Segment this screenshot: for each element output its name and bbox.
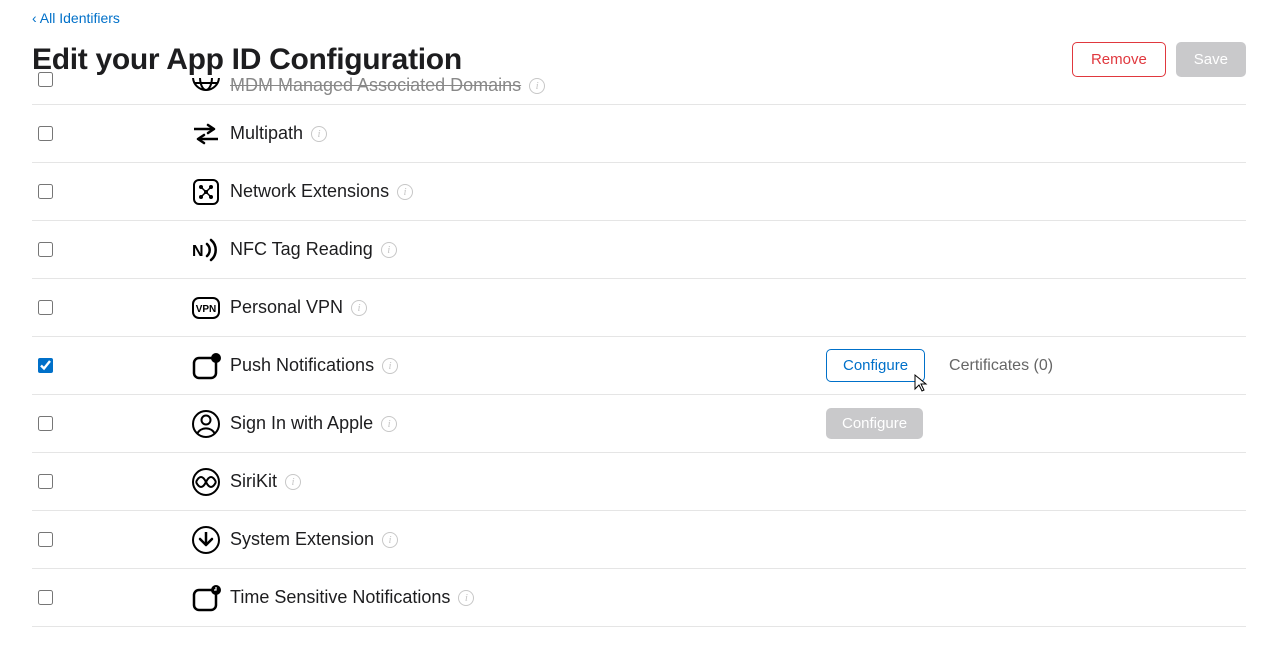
capability-label: Personal VPN <box>230 297 343 318</box>
page-header: Edit your App ID Configuration Remove Sa… <box>32 42 1246 77</box>
capability-checkbox-tsn[interactable] <box>38 590 53 605</box>
certificates-count: Certificates (0) <box>949 357 1053 375</box>
capability-checkbox-multipath[interactable] <box>38 126 53 141</box>
siri-icon <box>190 466 222 498</box>
capability-label: NFC Tag Reading <box>230 239 373 260</box>
capability-row-multipath: Multipath i <box>32 105 1246 163</box>
capability-checkbox-nfc[interactable] <box>38 242 53 257</box>
capability-row-siwa: Sign In with Apple i Configure <box>32 395 1246 453</box>
cursor-icon <box>912 373 930 393</box>
person-icon <box>190 408 222 440</box>
info-icon[interactable]: i <box>397 184 413 200</box>
nfc-icon: N <box>190 234 222 266</box>
capability-row-nfc: N NFC Tag Reading i <box>32 221 1246 279</box>
capability-checkbox-sysext[interactable] <box>38 532 53 547</box>
capability-label: Time Sensitive Notifications <box>230 587 450 608</box>
info-icon[interactable]: i <box>381 242 397 258</box>
capability-checkbox-push[interactable] <box>38 358 53 373</box>
capability-label: Sign In with Apple <box>230 413 373 434</box>
capability-row-push: Push Notifications i Configure Certificates… <box>32 337 1246 395</box>
info-icon[interactable]: i <box>311 126 327 142</box>
info-icon[interactable]: i <box>285 474 301 490</box>
capability-label: Multipath <box>230 123 303 144</box>
header-actions: Remove Save <box>1072 42 1246 77</box>
capability-row-sirikit: SiriKit i <box>32 453 1246 511</box>
capability-row-tsn: Time Sensitive Notifications i <box>32 569 1246 627</box>
capabilities-list: MDM Managed Associated DomainsiMultipath… <box>32 75 1246 627</box>
info-icon[interactable]: i <box>529 78 545 94</box>
capability-checkbox-network_ext[interactable] <box>38 184 53 199</box>
capability-checkbox-mdm[interactable] <box>38 72 53 87</box>
vpn-icon: VPN <box>190 292 222 324</box>
configure-button-push[interactable]: Configure <box>826 349 925 382</box>
multipath-icon <box>190 118 222 150</box>
capability-label: System Extension <box>230 529 374 550</box>
capability-label: Network Extensions <box>230 181 389 202</box>
info-icon[interactable]: i <box>381 416 397 432</box>
capability-row-sysext: System Extension i <box>32 511 1246 569</box>
save-button: Save <box>1176 42 1246 77</box>
svg-text:N: N <box>192 243 204 260</box>
capability-checkbox-sirikit[interactable] <box>38 474 53 489</box>
capability-row-network_ext: Network Extensions i <box>32 163 1246 221</box>
info-icon[interactable]: i <box>382 358 398 374</box>
svg-text:VPN: VPN <box>196 304 217 315</box>
capability-label: SiriKit <box>230 471 277 492</box>
globe-icon <box>190 78 222 93</box>
capability-label: MDM Managed Associated Domains <box>230 75 521 96</box>
info-icon[interactable]: i <box>458 590 474 606</box>
capability-checkbox-siwa[interactable] <box>38 416 53 431</box>
info-icon[interactable]: i <box>351 300 367 316</box>
download-icon <box>190 524 222 556</box>
time-notif-icon <box>190 582 222 614</box>
configure-button-siwa: Configure <box>826 408 923 439</box>
remove-button[interactable]: Remove <box>1072 42 1166 77</box>
capability-checkbox-vpn[interactable] <box>38 300 53 315</box>
back-link[interactable]: ‹ All Identifiers <box>32 0 120 26</box>
capability-row-mdm: MDM Managed Associated Domains i <box>32 75 1246 105</box>
push-icon <box>190 350 222 382</box>
page-title: Edit your App ID Configuration <box>32 43 462 77</box>
network-ext-icon <box>190 176 222 208</box>
capability-label: Push Notifications <box>230 355 374 376</box>
info-icon[interactable]: i <box>382 532 398 548</box>
capability-row-vpn: VPN Personal VPN i <box>32 279 1246 337</box>
